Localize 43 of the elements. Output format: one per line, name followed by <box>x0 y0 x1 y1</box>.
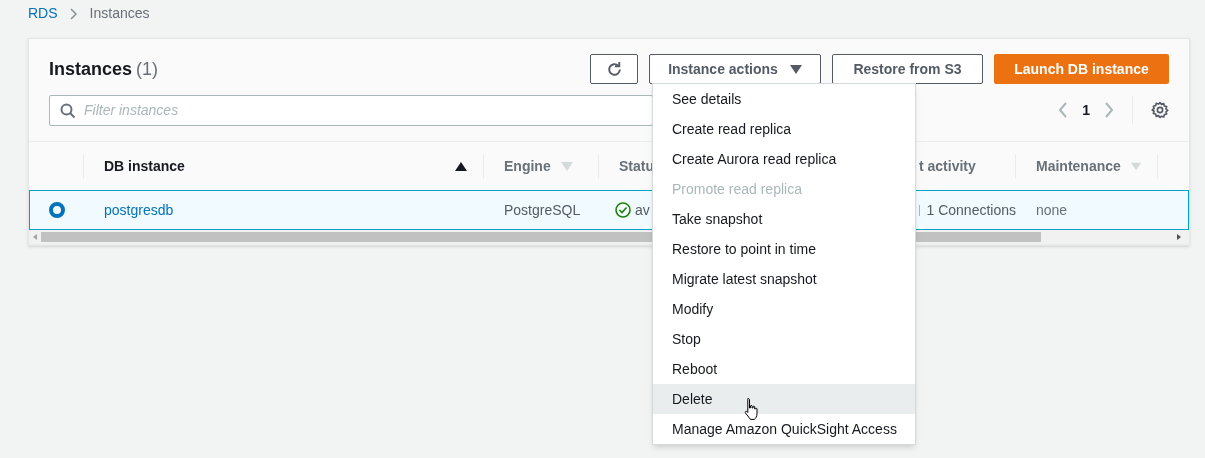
hand-cursor-icon <box>743 397 759 421</box>
page-number[interactable]: 1 <box>1082 99 1090 121</box>
menu-item[interactable]: Take snapshot <box>653 204 915 234</box>
table-cell-text: none <box>1036 200 1068 220</box>
instance-count: (1) <box>136 57 159 81</box>
breadcrumb-link[interactable]: RDS <box>28 3 58 24</box>
menu-item[interactable]: Stop <box>653 324 915 354</box>
menu-item[interactable]: Restore to point in time <box>653 234 915 264</box>
menu-item[interactable]: Create read replica <box>653 114 915 144</box>
sort-icon[interactable] <box>560 161 573 171</box>
column-header[interactable]: Statu <box>619 155 654 177</box>
menu-item[interactable]: Modify <box>653 294 915 324</box>
menu-item[interactable]: See details <box>653 84 915 114</box>
radio-button[interactable] <box>48 202 65 218</box>
refresh-icon <box>605 60 623 78</box>
sort-ascending-icon[interactable] <box>455 161 467 171</box>
restore-button[interactable]: Restore from S3 <box>832 54 983 84</box>
table-cell-text: av <box>635 200 650 220</box>
column-header[interactable]: t activity <box>919 155 976 177</box>
panel-title: Instances <box>49 57 133 81</box>
check-circle-icon <box>615 202 631 218</box>
chevron-icon <box>69 7 78 20</box>
next-page-icon[interactable] <box>1104 102 1114 118</box>
settings-icon[interactable] <box>1151 101 1169 119</box>
search-icon <box>60 102 76 119</box>
menu-item[interactable]: Create Aurora read replica <box>653 144 915 174</box>
column-header[interactable]: Maintenance <box>1036 155 1121 177</box>
refresh-button[interactable] <box>590 54 638 84</box>
search-field[interactable]: Filter instances <box>49 94 653 126</box>
table-cell-text: PostgreSQL <box>504 200 581 220</box>
breadcrumb-current: Instances <box>89 4 150 23</box>
caret-icon <box>789 64 802 74</box>
menu-item[interactable]: Reboot <box>653 354 915 384</box>
table-cell-text: 1 Connections <box>926 200 1016 220</box>
instance-link[interactable]: postgresdb <box>104 199 174 221</box>
column-header[interactable]: DB instance <box>104 155 185 177</box>
column-header[interactable]: Engine <box>504 155 551 177</box>
sort-icon[interactable] <box>1130 161 1141 171</box>
previous-page-icon[interactable] <box>1058 102 1069 118</box>
menu-item[interactable]: Delete <box>653 384 915 414</box>
instance-actions-button[interactable]: Instance actions <box>649 54 821 84</box>
menu-item[interactable]: Manage Amazon QuickSight Access <box>653 414 915 444</box>
menu-item[interactable]: Migrate latest snapshot <box>653 264 915 294</box>
